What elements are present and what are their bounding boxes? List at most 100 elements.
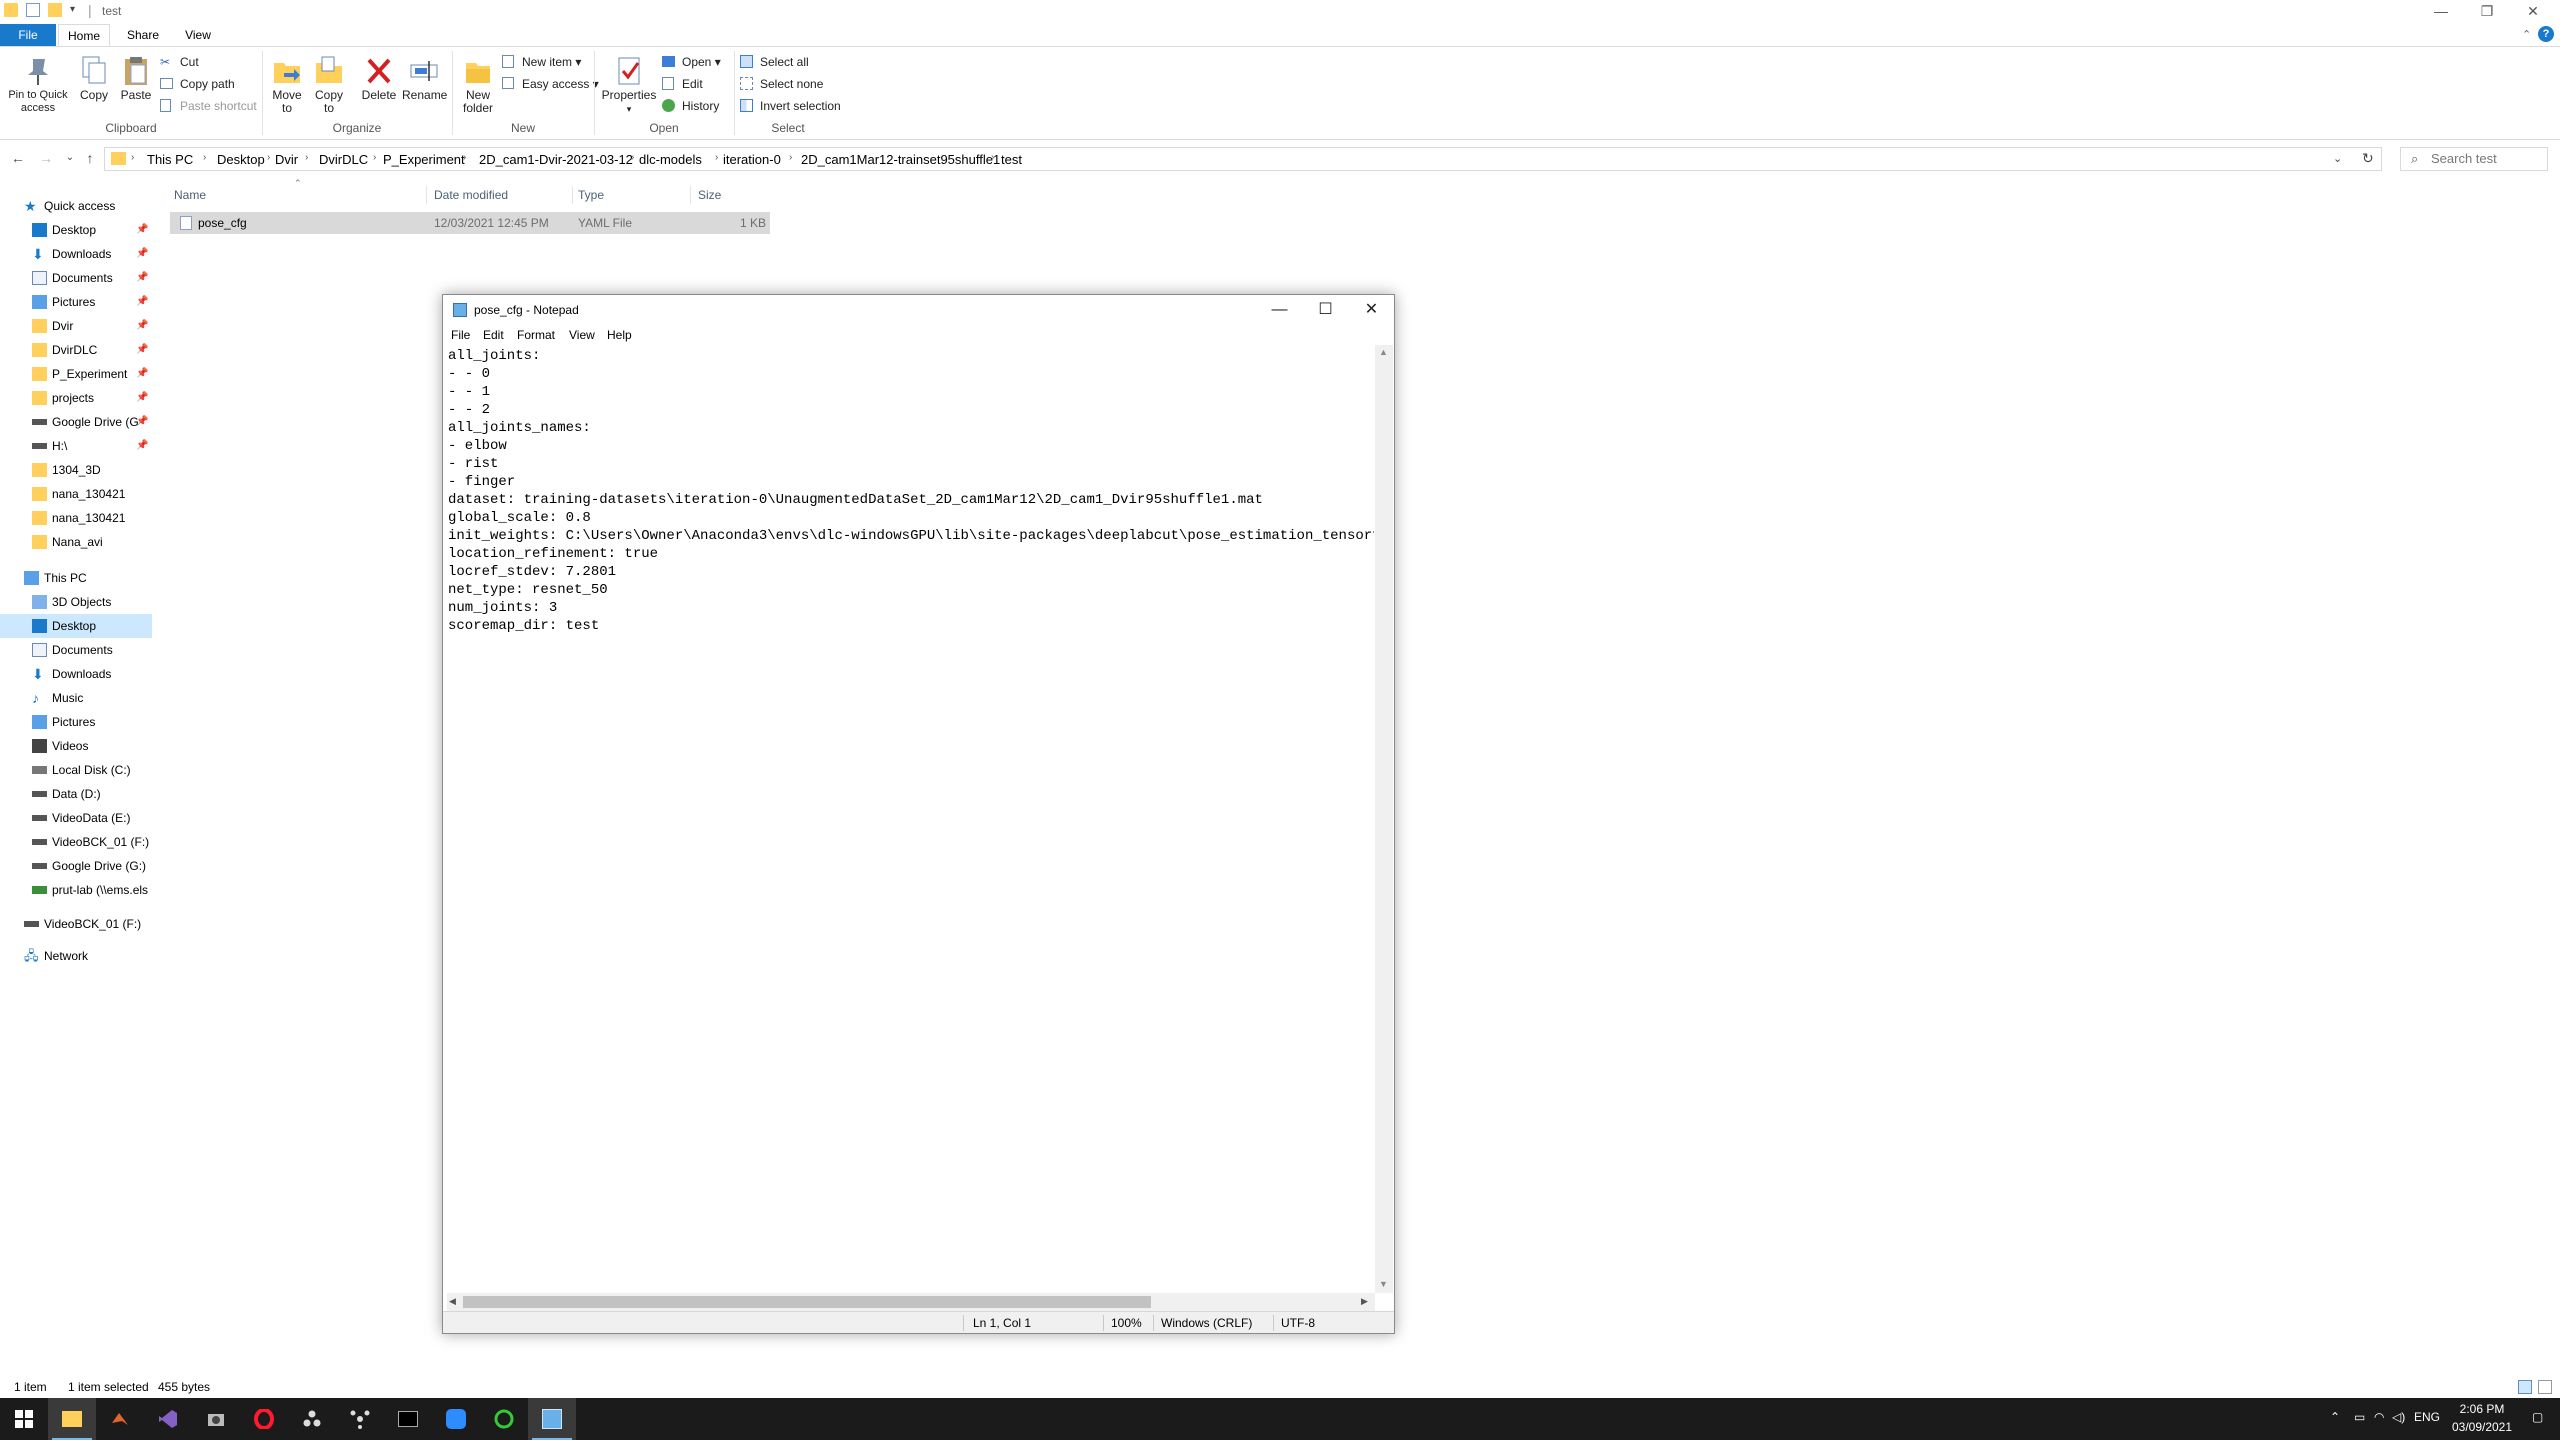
- nav-quick-projects[interactable]: projects 📌: [0, 386, 152, 410]
- paste-shortcut-button[interactable]: Paste shortcut: [160, 97, 257, 115]
- maximize-icon[interactable]: ☐: [1303, 295, 1348, 325]
- scroll-down-arrow-icon[interactable]: ▼: [1379, 1279, 1388, 1289]
- large-icons-view-icon[interactable]: [2538, 1380, 2552, 1394]
- nav-data-d[interactable]: Data (D:): [0, 782, 152, 806]
- taskbar-camera[interactable]: [192, 1398, 240, 1440]
- history-button[interactable]: History: [662, 97, 719, 115]
- menu-edit[interactable]: Edit: [483, 328, 504, 342]
- properties-icon[interactable]: [26, 3, 40, 17]
- rename-button[interactable]: Rename: [402, 55, 447, 102]
- nav-prut-lab[interactable]: prut-lab (\\ems.els: [0, 878, 152, 902]
- taskbar-opera[interactable]: [240, 1398, 288, 1440]
- scroll-left-arrow-icon[interactable]: ◀: [449, 1296, 456, 1307]
- nav-quick-access[interactable]: ★ Quick access: [0, 194, 152, 218]
- nav-quick-pictures[interactable]: Pictures 📌: [0, 290, 152, 314]
- address-dropdown-icon[interactable]: ⌄: [2333, 152, 2342, 165]
- taskbar-matlab[interactable]: [96, 1398, 144, 1440]
- breadcrumb-test[interactable]: test: [1001, 152, 1022, 167]
- show-hidden-icons-icon[interactable]: ⌃: [2330, 1410, 2340, 1424]
- nav-this-pc[interactable]: This PC: [0, 566, 152, 590]
- breadcrumb-project[interactable]: 2D_cam1-Dvir-2021-03-12: [479, 152, 633, 167]
- select-none-button[interactable]: Select none: [740, 75, 823, 93]
- taskbar-zoom[interactable]: [432, 1398, 480, 1440]
- new-folder-button[interactable]: New folder: [458, 55, 498, 115]
- menu-view[interactable]: View: [569, 328, 595, 342]
- address-bar[interactable]: › This PC › Desktop › Dvir › DvirDLC › P…: [104, 147, 2382, 171]
- copy-button[interactable]: Copy: [76, 55, 112, 102]
- search-input[interactable]: ⌕ Search test: [2400, 147, 2548, 171]
- scroll-right-arrow-icon[interactable]: ▶: [1361, 1296, 1368, 1307]
- input-language[interactable]: ENG: [2414, 1410, 2440, 1424]
- column-header-date[interactable]: Date modified: [434, 184, 508, 206]
- details-view-icon[interactable]: [2518, 1380, 2532, 1394]
- clock-date[interactable]: 03/09/2021: [2440, 1420, 2524, 1434]
- paste-button[interactable]: Paste: [118, 55, 154, 102]
- taskbar-network-app[interactable]: [336, 1398, 384, 1440]
- breadcrumb-p-experiment[interactable]: P_Experiment: [383, 152, 465, 167]
- column-header-size[interactable]: Size: [698, 184, 721, 206]
- wifi-icon[interactable]: ◠: [2374, 1410, 2384, 1424]
- nav-pictures[interactable]: Pictures: [0, 710, 152, 734]
- restore-icon[interactable]: ❐: [2464, 0, 2510, 24]
- table-row[interactable]: pose_cfg 12/03/2021 12:45 PM YAML File 1…: [170, 212, 770, 234]
- nav-videobck-f[interactable]: VideoBCK_01 (F:): [0, 830, 152, 854]
- forward-arrow-icon[interactable]: →: [36, 150, 56, 168]
- tab-home[interactable]: Home: [58, 24, 110, 46]
- recent-locations-icon[interactable]: ⌄: [60, 152, 80, 170]
- refresh-icon[interactable]: ↻: [2362, 150, 2374, 167]
- edit-button[interactable]: Edit: [662, 75, 703, 93]
- nav-quick-dvirdlc[interactable]: DvirDLC 📌: [0, 338, 152, 362]
- tab-share[interactable]: Share: [118, 24, 168, 46]
- breadcrumb-dvirdlc[interactable]: DvirDLC: [319, 152, 368, 167]
- minimize-icon[interactable]: —: [1257, 295, 1302, 325]
- nav-desktop[interactable]: Desktop: [0, 614, 152, 638]
- breadcrumb-iteration[interactable]: iteration-0: [723, 152, 781, 167]
- column-header-name[interactable]: Name: [174, 184, 206, 206]
- start-button[interactable]: [0, 1398, 48, 1440]
- breadcrumb-dlc-models[interactable]: dlc-models: [639, 152, 702, 167]
- back-arrow-icon[interactable]: ←: [8, 150, 28, 168]
- nav-quick-nana-2[interactable]: nana_130421: [0, 506, 152, 530]
- scroll-up-arrow-icon[interactable]: ▲: [1379, 347, 1388, 357]
- select-all-button[interactable]: Select all: [740, 53, 809, 71]
- close-icon[interactable]: ✕: [1349, 295, 1394, 325]
- move-to-button[interactable]: Move to: [268, 55, 306, 115]
- volume-icon[interactable]: ◁): [2392, 1410, 2405, 1424]
- horizontal-scroll-thumb[interactable]: [463, 1296, 1151, 1308]
- clock-time[interactable]: 2:06 PM: [2446, 1402, 2518, 1416]
- nav-quick-documents[interactable]: Documents 📌: [0, 266, 152, 290]
- nav-quick-p-experiment[interactable]: P_Experiment 📌: [0, 362, 152, 386]
- nav-quick-h-drive[interactable]: H:\ 📌: [0, 434, 152, 458]
- breadcrumb-trainset[interactable]: 2D_cam1Mar12-trainset95shuffle1: [801, 152, 1000, 167]
- nav-videos[interactable]: Videos: [0, 734, 152, 758]
- delete-button[interactable]: Delete: [358, 55, 400, 102]
- taskbar-notepad[interactable]: [528, 1398, 576, 1440]
- open-button[interactable]: Open ▾: [662, 53, 721, 71]
- breadcrumb-dvir[interactable]: Dvir: [275, 152, 298, 167]
- taskbar-green-app[interactable]: [480, 1398, 528, 1440]
- menu-format[interactable]: Format: [517, 328, 555, 342]
- nav-quick-1304-3d[interactable]: 1304_3D: [0, 458, 152, 482]
- network-tray-icon[interactable]: ▭: [2354, 1410, 2365, 1424]
- horizontal-scrollbar[interactable]: ◀ ▶: [447, 1293, 1375, 1311]
- nav-videobck-drive[interactable]: VideoBCK_01 (F:): [0, 912, 152, 936]
- taskbar-visual-studio[interactable]: [144, 1398, 192, 1440]
- minimize-icon[interactable]: —: [2418, 0, 2464, 24]
- copy-to-button[interactable]: Copy to: [310, 55, 348, 115]
- nav-quick-nana-avi[interactable]: Nana_avi: [0, 530, 152, 554]
- copy-path-button[interactable]: Copy path: [160, 75, 235, 93]
- cut-button[interactable]: ✂ Cut: [160, 53, 199, 71]
- close-icon[interactable]: ✕: [2510, 0, 2556, 24]
- notifications-icon[interactable]: ▢: [2532, 1410, 2543, 1424]
- text-editor[interactable]: all_joints: - - 0 - - 1 - - 2 all_joints_nam…: [448, 347, 1374, 1293]
- nav-local-disk-c[interactable]: Local Disk (C:): [0, 758, 152, 782]
- nav-quick-desktop[interactable]: Desktop 📌: [0, 218, 152, 242]
- nav-downloads[interactable]: ⬇ Downloads: [0, 662, 152, 686]
- nav-quick-downloads[interactable]: ⬇ Downloads 📌: [0, 242, 152, 266]
- breadcrumb-desktop[interactable]: Desktop: [217, 152, 265, 167]
- nav-videodata-e[interactable]: VideoData (E:): [0, 806, 152, 830]
- new-folder-icon[interactable]: [48, 3, 62, 17]
- vertical-scrollbar[interactable]: ▲ ▼: [1375, 345, 1393, 1293]
- column-header-type[interactable]: Type: [578, 184, 604, 206]
- new-item-button[interactable]: New item ▾: [502, 53, 581, 71]
